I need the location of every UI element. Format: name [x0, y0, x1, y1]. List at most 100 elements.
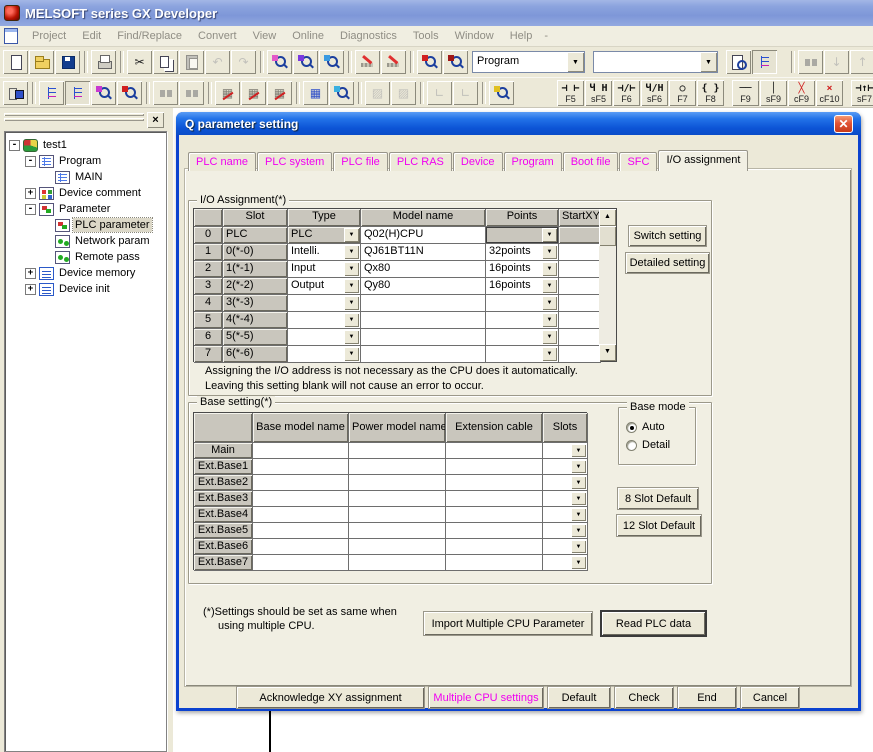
io-cell-type[interactable]: Input▼ [288, 261, 361, 278]
menu-find-replace[interactable]: Find/Replace [109, 28, 190, 44]
base-mode-option-auto[interactable]: Auto [626, 421, 665, 433]
print-button[interactable] [91, 50, 116, 74]
read-plc-data-button[interactable]: Read PLC data [602, 612, 705, 635]
dropdown-arrow-icon[interactable]: ▼ [542, 330, 557, 344]
switch-setting-button[interactable]: Switch setting [629, 226, 706, 246]
fkey-sf7-button[interactable]: ⊣↑⊢sF7 [851, 80, 873, 106]
scroll-up-icon[interactable]: ▲ [599, 209, 616, 226]
base-cell[interactable]: ▼ [543, 555, 588, 571]
base-cell[interactable] [446, 555, 543, 571]
ladder-mode-button[interactable] [39, 81, 64, 105]
io-cell-startxy[interactable] [559, 295, 601, 312]
dropdown-arrow-icon[interactable]: ▼ [542, 228, 557, 242]
tree-item-device-memory[interactable]: +Device memory [5, 266, 166, 282]
io-cell-points[interactable]: ▼ [486, 227, 559, 244]
monitor-mode-button[interactable] [91, 81, 116, 105]
io-table-scrollbar[interactable]: ▲▼ [599, 209, 616, 361]
base-cell[interactable]: ▼ [543, 491, 588, 507]
fkey-f8-button[interactable]: { }F8 [697, 80, 724, 106]
save-project-button[interactable] [55, 50, 80, 74]
dropdown-arrow-icon[interactable]: ▼ [571, 524, 586, 537]
base-cell[interactable] [253, 555, 349, 571]
tree-item-parameter[interactable]: -Parameter [5, 202, 166, 218]
dialog-close-button[interactable]: ✕ [834, 115, 853, 133]
base-cell[interactable] [446, 491, 543, 507]
base-cell[interactable]: ▼ [543, 443, 588, 459]
dropdown-arrow-icon[interactable]: ▼ [571, 508, 586, 521]
step-run-b-button[interactable]: ▨ [391, 81, 416, 105]
io-cell-type[interactable]: PLC▼ [288, 227, 361, 244]
base-cell[interactable]: ▼ [543, 459, 588, 475]
base-cell[interactable] [253, 491, 349, 507]
fkey-sf6-button[interactable]: Ч/НsF6 [641, 80, 668, 106]
base-mode-option-detail[interactable]: Detail [626, 439, 670, 451]
tree-item-device-init[interactable]: +Device init [5, 282, 166, 298]
tree-item-program[interactable]: -Program [5, 154, 166, 170]
dropdown-arrow-icon[interactable]: ▼ [571, 460, 586, 473]
io-cell-model[interactable]: Q02(H)CPU [361, 227, 486, 244]
project-data-list-button[interactable] [726, 50, 751, 74]
expand-icon[interactable]: + [25, 268, 36, 279]
io-cell-model[interactable] [361, 312, 486, 329]
device-skip-button[interactable] [267, 81, 292, 105]
dropdown-arrow-icon[interactable]: ▼ [571, 540, 586, 553]
expand-icon[interactable]: + [25, 284, 36, 295]
find-device-button[interactable] [293, 50, 318, 74]
menu-edit[interactable]: Edit [74, 28, 109, 44]
fkey-cf10-button[interactable]: ×cF10 [816, 80, 843, 106]
tree-item-test1[interactable]: -test1 [5, 138, 166, 154]
find-button[interactable] [267, 50, 292, 74]
tab-plc-name[interactable]: PLC name [188, 152, 256, 171]
panel-grip[interactable] [4, 113, 144, 116]
menu-convert[interactable]: Convert [190, 28, 245, 44]
io-cell-startxy[interactable] [559, 244, 601, 261]
io-cell-startxy[interactable] [559, 312, 601, 329]
io-cell-model[interactable]: Qx80 [361, 261, 486, 278]
io-cell-points[interactable]: 16points▼ [486, 278, 559, 295]
tree-item-device-comment[interactable]: +Device comment [5, 186, 166, 202]
io-cell-model[interactable] [361, 295, 486, 312]
io-cell-startxy[interactable] [559, 329, 601, 346]
base-cell[interactable] [349, 443, 446, 459]
undo-button[interactable]: ↶ [205, 50, 230, 74]
mdi-document-icon[interactable] [4, 28, 18, 44]
base-cell[interactable] [253, 475, 349, 491]
comment-zoom-button[interactable] [489, 81, 514, 105]
fkey-sf9-button[interactable]: │sF9 [760, 80, 787, 106]
io-cell-startxy[interactable] [559, 227, 601, 244]
base-cell[interactable] [446, 539, 543, 555]
io-cell-type[interactable]: ▼ [288, 312, 361, 329]
base-cell[interactable] [446, 523, 543, 539]
dropdown-arrow-icon[interactable]: ▼ [344, 279, 359, 293]
base-cell[interactable] [253, 523, 349, 539]
dropdown-arrow-icon[interactable]: ▼ [344, 347, 359, 361]
io-window-button[interactable] [303, 81, 328, 105]
base-cell[interactable] [349, 475, 446, 491]
detailed-setting-button[interactable]: Detailed setting [626, 253, 709, 273]
tree-item-network-param[interactable]: Network param [5, 234, 166, 250]
tree-item-main[interactable]: MAIN [5, 170, 166, 186]
io-cell-startxy[interactable] [559, 346, 601, 363]
monitor-write-button[interactable] [117, 81, 142, 105]
menu-window[interactable]: Window [447, 28, 502, 44]
radio-unselected-icon[interactable] [626, 440, 637, 451]
io-cell-type[interactable]: Output▼ [288, 278, 361, 295]
scroll-down-icon[interactable]: ▼ [599, 344, 616, 361]
io-cell-points[interactable]: ▼ [486, 312, 559, 329]
base-cell[interactable] [446, 459, 543, 475]
menu-view[interactable]: View [245, 28, 285, 44]
panel-grip[interactable] [4, 118, 144, 121]
menu-diagnostics[interactable]: Diagnostics [332, 28, 405, 44]
io-cell-points[interactable]: ▼ [486, 329, 559, 346]
tab-device[interactable]: Device [453, 152, 503, 171]
new-project-button[interactable] [3, 50, 28, 74]
dialog-title-bar[interactable]: Q parameter setting [176, 112, 861, 135]
jump-a-button[interactable]: ∟ [427, 81, 452, 105]
ladder-symbol-mode-button[interactable] [65, 81, 90, 105]
jump-b-button[interactable]: ∟ [453, 81, 478, 105]
program-selector[interactable]: Program ▼ [472, 51, 585, 73]
tree-item-remote-pass[interactable]: Remote pass [5, 250, 166, 266]
slot8-default-button[interactable]: 8 Slot Default [618, 488, 698, 509]
io-cell-model[interactable]: Qy80 [361, 278, 486, 295]
io-cell-points[interactable]: 16points▼ [486, 261, 559, 278]
